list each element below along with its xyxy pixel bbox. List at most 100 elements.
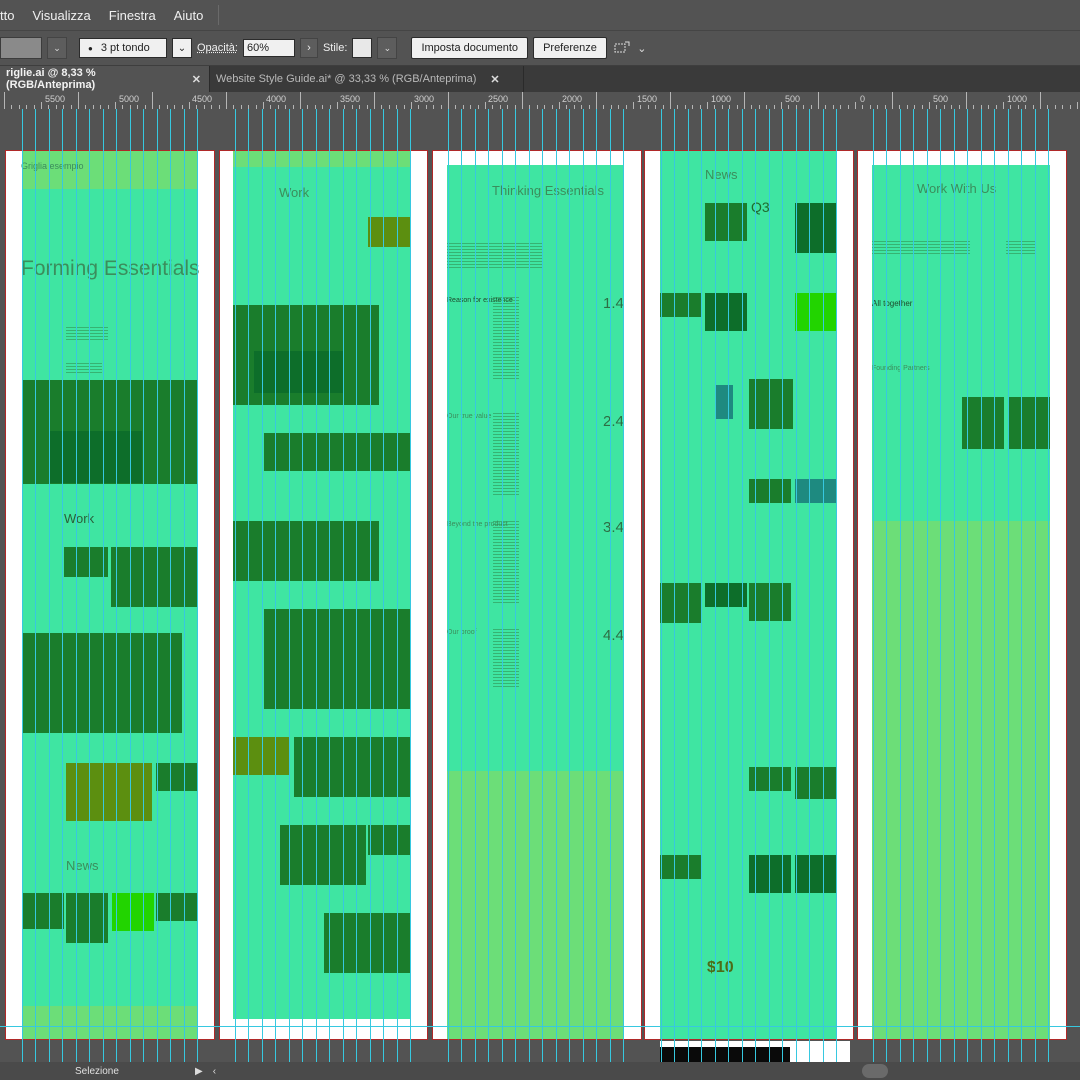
vertical-guide[interactable] (103, 109, 104, 1062)
vertical-guide[interactable] (556, 109, 557, 1062)
vertical-guide[interactable] (397, 109, 398, 1062)
vertical-guide[interactable] (596, 109, 597, 1062)
vertical-guide[interactable] (809, 109, 810, 1062)
vertical-guide[interactable] (623, 109, 624, 1062)
vertical-guide[interactable] (688, 109, 689, 1062)
menu-item-help[interactable]: Aiuto (165, 8, 213, 23)
vertical-guide[interactable] (529, 109, 530, 1062)
vertical-guide[interactable] (197, 109, 198, 1062)
stroke-color-dropdown[interactable]: ⌄ (47, 37, 67, 59)
vertical-guide[interactable] (262, 109, 263, 1062)
artboard-1[interactable]: Griglia esempio Forming Essentials Work … (5, 150, 215, 1040)
vertical-guide[interactable] (1008, 109, 1009, 1062)
vertical-guide[interactable] (569, 109, 570, 1062)
horizontal-guide[interactable] (0, 1026, 1080, 1027)
vertical-guide[interactable] (610, 109, 611, 1062)
preferences-button[interactable]: Preferenze (533, 37, 607, 59)
menu-item-view[interactable]: Visualizza (23, 8, 99, 23)
vertical-guide[interactable] (701, 109, 702, 1062)
vertical-guide[interactable] (954, 109, 955, 1062)
vertical-guide[interactable] (130, 109, 131, 1062)
vertical-guide[interactable] (275, 109, 276, 1062)
vertical-guide[interactable] (542, 109, 543, 1062)
vertical-guide[interactable] (742, 109, 743, 1062)
vertical-guide[interactable] (782, 109, 783, 1062)
vertical-guide[interactable] (994, 109, 995, 1062)
vertical-guide[interactable] (715, 109, 716, 1062)
vertical-guide[interactable] (448, 109, 449, 1062)
horizontal-ruler[interactable]: 5500 5000 4500 4000 3500 3000 2500 2000 … (0, 92, 1080, 110)
vertical-guide[interactable] (383, 109, 384, 1062)
tab-website-style-guide[interactable]: Website Style Guide.ai* @ 33,33 % (RGB/A… (210, 66, 524, 92)
vertical-guide[interactable] (940, 109, 941, 1062)
graphic-style-swatch[interactable] (352, 38, 373, 58)
vertical-guide[interactable] (356, 109, 357, 1062)
vertical-guide[interactable] (1048, 109, 1049, 1062)
vertical-guide[interactable] (62, 109, 63, 1062)
chevron-down-icon[interactable]: ⌄ (637, 38, 647, 58)
vertical-guide[interactable] (89, 109, 90, 1062)
vertical-guide[interactable] (886, 109, 887, 1062)
vertical-guide[interactable] (370, 109, 371, 1062)
close-icon[interactable]: ✕ (490, 73, 499, 86)
vertical-guide[interactable] (755, 109, 756, 1062)
document-setup-button[interactable]: Imposta documento (411, 37, 529, 59)
vertical-guide[interactable] (235, 109, 236, 1062)
chevron-down-icon[interactable]: ⌄ (172, 38, 192, 58)
vertical-guide[interactable] (900, 109, 901, 1062)
canvas-workspace[interactable]: Griglia esempio Forming Essentials Work … (0, 109, 1080, 1062)
vertical-guide[interactable] (316, 109, 317, 1062)
vertical-guide[interactable] (184, 109, 185, 1062)
vertical-guide[interactable] (502, 109, 503, 1062)
vertical-guide[interactable] (823, 109, 824, 1062)
style-dropdown[interactable]: ⌄ (377, 37, 398, 59)
vertical-guide[interactable] (248, 109, 249, 1062)
chevron-right-icon[interactable]: › (299, 38, 318, 58)
vertical-guide[interactable] (488, 109, 489, 1062)
vertical-guide[interactable] (967, 109, 968, 1062)
vertical-guide[interactable] (583, 109, 584, 1062)
vertical-guide[interactable] (981, 109, 982, 1062)
horizontal-scrollbar-thumb[interactable] (862, 1064, 888, 1078)
tab-griglie[interactable]: riglie.ai @ 8,33 % (RGB/Anteprima) ✕ (0, 66, 210, 92)
brush-definition-field[interactable]: ● 3 pt tondo (79, 38, 167, 58)
chevron-left-icon[interactable]: ‹ (213, 1066, 216, 1077)
vertical-guide[interactable] (76, 109, 77, 1062)
vertical-guide[interactable] (329, 109, 330, 1062)
vertical-guide[interactable] (289, 109, 290, 1062)
vertical-guide[interactable] (475, 109, 476, 1062)
opacity-label[interactable]: Opacità: (197, 42, 238, 54)
vertical-guide[interactable] (143, 109, 144, 1062)
artboard-2[interactable]: Work (219, 150, 428, 1040)
vertical-guide[interactable] (461, 109, 462, 1062)
vertical-guide[interactable] (873, 109, 874, 1062)
stroke-color-swatch[interactable] (0, 37, 42, 59)
artboard-4[interactable]: News Q3 $10 (644, 150, 854, 1040)
vertical-guide[interactable] (674, 109, 675, 1062)
vertical-guide[interactable] (343, 109, 344, 1062)
vertical-guide[interactable] (1035, 109, 1036, 1062)
vertical-guide[interactable] (116, 109, 117, 1062)
vertical-guide[interactable] (35, 109, 36, 1062)
vertical-guide[interactable] (302, 109, 303, 1062)
vertical-guide[interactable] (661, 109, 662, 1062)
vertical-guide[interactable] (728, 109, 729, 1062)
vertical-guide[interactable] (769, 109, 770, 1062)
vertical-guide[interactable] (22, 109, 23, 1062)
play-icon[interactable]: ▶ (195, 1066, 203, 1077)
transform-icon[interactable] (612, 38, 632, 58)
vertical-guide[interactable] (49, 109, 50, 1062)
vertical-guide[interactable] (410, 109, 411, 1062)
vertical-guide[interactable] (170, 109, 171, 1062)
vertical-guide[interactable] (836, 109, 837, 1062)
vertical-guide[interactable] (913, 109, 914, 1062)
menu-item-effects[interactable]: tto (0, 8, 23, 23)
vertical-guide[interactable] (796, 109, 797, 1062)
vertical-guide[interactable] (515, 109, 516, 1062)
opacity-input[interactable]: 60% (242, 39, 295, 57)
vertical-guide[interactable] (1021, 109, 1022, 1062)
close-icon[interactable]: ✕ (192, 73, 201, 86)
menu-item-window[interactable]: Finestra (100, 8, 165, 23)
vertical-guide[interactable] (157, 109, 158, 1062)
vertical-guide[interactable] (927, 109, 928, 1062)
